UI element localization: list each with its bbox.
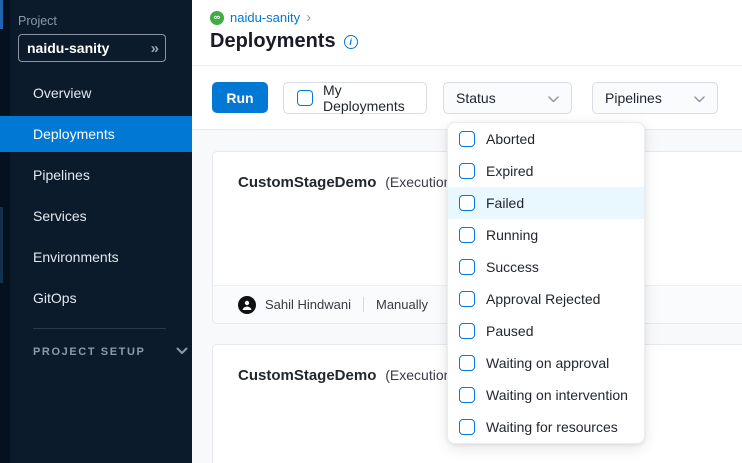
project-setup-section[interactable]: PROJECT SETUP	[0, 346, 192, 358]
sidebar-item-deployments[interactable]: Deployments	[0, 116, 192, 152]
my-deployments-toggle[interactable]: My Deployments	[283, 82, 427, 114]
avatar	[238, 296, 256, 314]
sidebar-nav: Overview Deployments Pipelines Services …	[0, 75, 192, 316]
chevron-down-icon	[548, 90, 559, 106]
pipelines-filter-label: Pipelines	[605, 90, 662, 106]
checkbox[interactable]	[459, 387, 475, 403]
person-icon	[241, 299, 253, 311]
cd-module-icon: ∞	[210, 11, 224, 25]
status-menu-item-label: Waiting on approval	[486, 355, 609, 371]
breadcrumb-project-link[interactable]: naidu-sanity	[230, 10, 300, 25]
checkbox[interactable]	[459, 163, 475, 179]
checkbox[interactable]	[459, 323, 475, 339]
project-input[interactable]	[27, 40, 151, 56]
project-label: Project	[18, 14, 192, 28]
sidebar: Project » Overview Deployments Pipelines…	[0, 0, 192, 463]
status-menu-item-label: Approval Rejected	[486, 291, 600, 307]
status-filter-menu: Aborted Expired Failed Running Success A…	[447, 122, 645, 444]
checkbox[interactable]	[459, 259, 475, 275]
status-menu-item-label: Waiting for resources	[486, 419, 618, 435]
chevron-down-icon	[176, 346, 188, 358]
sidebar-item-services[interactable]: Services	[0, 198, 192, 234]
footer-divider	[363, 297, 364, 312]
project-select[interactable]: »	[18, 34, 166, 62]
sidebar-item-overview[interactable]: Overview	[0, 75, 192, 111]
breadcrumb: ∞ naidu-sanity ›	[210, 10, 742, 25]
status-menu-item[interactable]: Failed	[448, 187, 644, 219]
sidebar-item-gitops[interactable]: GitOps	[0, 280, 192, 316]
page-title: Deployments	[210, 30, 336, 53]
trigger-type: Manually	[376, 297, 428, 312]
status-menu-item[interactable]: Paused	[448, 315, 644, 347]
sidebar-item-pipelines[interactable]: Pipelines	[0, 157, 192, 193]
status-menu-item-label: Paused	[486, 323, 533, 339]
project-selector-block: Project »	[0, 0, 192, 62]
status-menu-item-label: Aborted	[486, 131, 535, 147]
pipeline-name[interactable]: CustomStageDemo	[238, 174, 376, 191]
title-row: Deployments i	[210, 30, 742, 53]
my-deployments-checkbox[interactable]	[297, 90, 313, 106]
sidebar-item-environments[interactable]: Environments	[0, 239, 192, 275]
project-setup-label: PROJECT SETUP	[33, 346, 146, 358]
chevron-down-icon	[694, 90, 705, 106]
checkbox[interactable]	[459, 131, 475, 147]
checkbox[interactable]	[459, 227, 475, 243]
status-menu-item[interactable]: Running	[448, 219, 644, 251]
status-menu-item-label: Failed	[486, 195, 524, 211]
pipeline-name[interactable]: CustomStageDemo	[238, 367, 376, 384]
status-menu-item[interactable]: Success	[448, 251, 644, 283]
status-menu-item[interactable]: Waiting on intervention	[448, 379, 644, 411]
checkbox[interactable]	[459, 355, 475, 371]
double-chevron-icon[interactable]: »	[151, 40, 157, 57]
checkbox[interactable]	[459, 195, 475, 211]
page-header: ∞ naidu-sanity › Deployments i	[192, 0, 742, 66]
checkbox[interactable]	[459, 291, 475, 307]
app-window: { "sidebar": { "project_label": "Project…	[0, 0, 742, 463]
my-deployments-label: My Deployments	[323, 82, 413, 114]
pipelines-filter-dropdown[interactable]: Pipelines	[592, 82, 718, 114]
status-menu-item[interactable]: Approval Rejected	[448, 283, 644, 315]
status-menu-item-label: Running	[486, 227, 538, 243]
status-menu-item[interactable]: Waiting for resources	[448, 411, 644, 443]
checkbox[interactable]	[459, 419, 475, 435]
chevron-right-icon: ›	[306, 10, 311, 25]
status-menu-item-label: Expired	[486, 163, 533, 179]
run-button[interactable]: Run	[212, 82, 268, 113]
status-menu-item[interactable]: Waiting on approval	[448, 347, 644, 379]
status-filter-label: Status	[456, 90, 496, 106]
status-filter-dropdown[interactable]: Status	[443, 82, 572, 114]
status-menu-item-label: Waiting on intervention	[486, 387, 628, 403]
sidebar-divider	[33, 328, 166, 329]
status-menu-item[interactable]: Aborted	[448, 123, 644, 155]
toolbar: Run My Deployments Status Pipelines	[192, 66, 742, 130]
info-icon[interactable]: i	[344, 35, 358, 49]
status-menu-item-label: Success	[486, 259, 539, 275]
triggered-by-user: Sahil Hindwani	[265, 297, 351, 312]
status-menu-item[interactable]: Expired	[448, 155, 644, 187]
